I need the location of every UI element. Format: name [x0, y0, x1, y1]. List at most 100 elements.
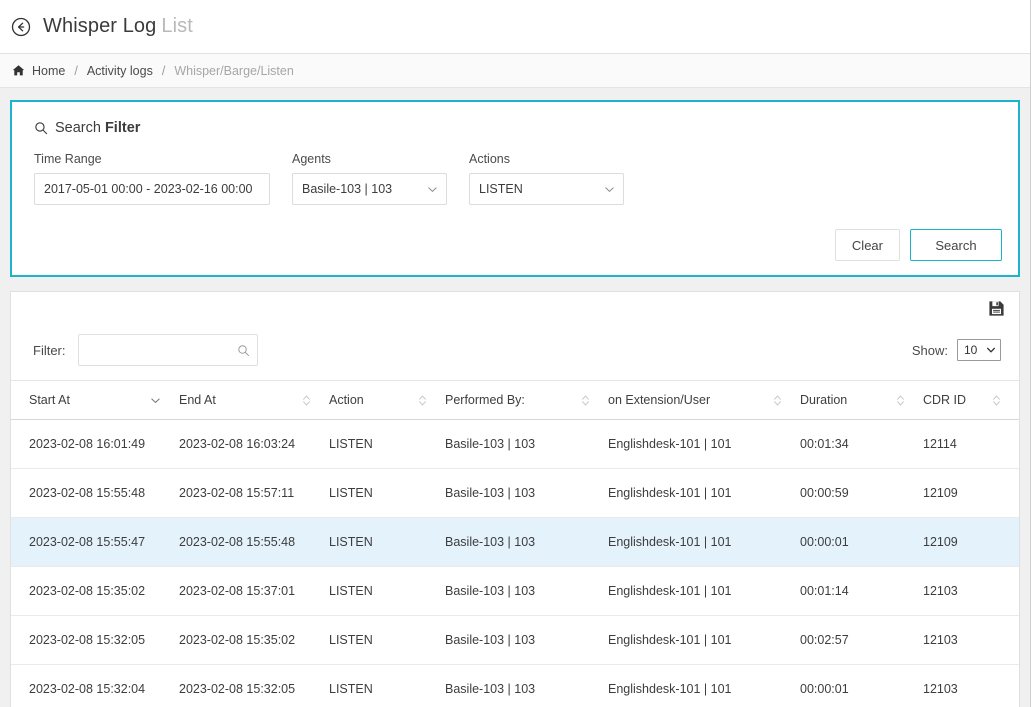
agents-field: Agents Basile-103 | 103 [292, 152, 447, 205]
whisper-log-table: Start At End At Action Performed By: on … [11, 380, 1019, 707]
save-floppy-icon[interactable] [988, 300, 1005, 322]
sort-desc-icon [150, 395, 161, 406]
sort-both-icon [896, 394, 905, 407]
table-body: 2023-02-08 16:01:49 2023-02-08 16:03:24 … [11, 419, 1019, 707]
time-range-input[interactable] [34, 173, 270, 205]
breadcrumb-separator: / [74, 63, 78, 78]
actions-label: Actions [469, 152, 510, 166]
table-controls: Filter: Show: 10 [11, 328, 1019, 380]
breadcrumb-item-activity-logs[interactable]: Activity logs [87, 64, 153, 78]
cell-end-at: 2023-02-08 15:57:11 [179, 468, 329, 518]
column-header-duration[interactable]: Duration [800, 380, 923, 420]
page-title-sub: List [161, 15, 193, 37]
cell-end-at: 2023-02-08 15:32:05 [179, 664, 329, 707]
show-label: Show: [911, 342, 948, 358]
cell-performed-by: Basile-103 | 103 [445, 419, 608, 469]
column-label-start-at: Start At [29, 393, 70, 407]
clear-button[interactable]: Clear [834, 229, 900, 261]
actions-select[interactable]: LISTEN [469, 173, 624, 205]
column-header-end-at[interactable]: End At [179, 380, 329, 420]
circle-arrow-left-icon[interactable] [10, 16, 32, 38]
cell-end-at: 2023-02-08 16:03:24 [179, 419, 329, 469]
cell-action: LISTEN [329, 566, 445, 616]
search-filter-title: Search [55, 120, 101, 136]
cell-cdr-id: 12103 [923, 615, 1019, 665]
column-header-action[interactable]: Action [329, 380, 445, 420]
agents-select-value: Basile-103 | 103 [302, 182, 393, 196]
show-entries-select[interactable]: 10 [957, 339, 1001, 361]
search-button[interactable]: Search [910, 229, 1002, 261]
page-title: Whisper Log List [43, 15, 193, 38]
cell-duration: 00:00:59 [800, 468, 923, 518]
results-card: Filter: Show: 10 Start At End At Action … [10, 291, 1020, 707]
show-entries-group: Show: 10 [912, 339, 1001, 361]
cell-action: LISTEN [329, 468, 445, 518]
actions-field: Actions LISTEN [469, 152, 624, 205]
cell-performed-by: Basile-103 | 103 [445, 615, 608, 665]
actions-select-wrap: LISTEN [469, 173, 624, 205]
actions-select-value: LISTEN [479, 182, 523, 196]
cell-start-at: 2023-02-08 15:35:02 [11, 566, 179, 616]
home-icon [12, 64, 25, 77]
cell-start-at: 2023-02-08 15:55:47 [11, 517, 179, 567]
cell-on-extension: Englishdesk-101 | 101 [608, 664, 800, 707]
agents-select[interactable]: Basile-103 | 103 [292, 173, 447, 205]
filter-group: Filter: [33, 334, 258, 366]
cell-start-at: 2023-02-08 15:55:48 [11, 468, 179, 518]
filter-label: Filter: [33, 342, 66, 358]
page-title-main: Whisper Log [43, 15, 157, 37]
cell-duration: 00:00:01 [800, 517, 923, 567]
table-toolbar [11, 292, 1019, 328]
column-label-performed-by: Performed By: [445, 393, 525, 407]
column-header-cdr-id[interactable]: CDR ID [923, 380, 1019, 420]
table-row[interactable]: 2023-02-08 15:32:05 2023-02-08 15:35:02 … [11, 615, 1019, 665]
table-row[interactable]: 2023-02-08 16:01:49 2023-02-08 16:03:24 … [11, 419, 1019, 469]
cell-action: LISTEN [329, 664, 445, 707]
cell-action: LISTEN [329, 615, 445, 665]
time-range-label: Time Range [34, 152, 102, 166]
column-header-on-extension-user[interactable]: on Extension/User [608, 380, 800, 420]
table-row[interactable]: 2023-02-08 15:55:48 2023-02-08 15:57:11 … [11, 468, 1019, 518]
search-icon [34, 121, 48, 135]
column-label-duration: Duration [800, 393, 848, 407]
column-label-end-at: End At [179, 393, 216, 407]
cell-performed-by: Basile-103 | 103 [445, 517, 608, 567]
chevron-down-icon [987, 347, 995, 353]
time-range-field: Time Range [34, 152, 270, 205]
cell-duration: 00:01:34 [800, 419, 923, 469]
filter-input[interactable] [77, 334, 258, 366]
table-row[interactable]: 2023-02-08 15:35:02 2023-02-08 15:37:01 … [11, 566, 1019, 616]
column-header-start-at[interactable]: Start At [11, 380, 179, 420]
cell-on-extension: Englishdesk-101 | 101 [608, 517, 800, 567]
cell-duration: 00:01:14 [800, 566, 923, 616]
cell-performed-by: Basile-103 | 103 [445, 468, 608, 518]
cell-on-extension: Englishdesk-101 | 101 [608, 419, 800, 469]
agents-label: Agents [292, 152, 331, 166]
cell-on-extension: Englishdesk-101 | 101 [608, 615, 800, 665]
sort-both-icon [418, 394, 427, 407]
cell-action: LISTEN [329, 419, 445, 469]
show-entries-value: 10 [964, 343, 978, 357]
cell-end-at: 2023-02-08 15:35:02 [179, 615, 329, 665]
search-filter-fields: Time Range Agents Basile-103 | 103 [28, 152, 1002, 205]
cell-start-at: 2023-02-08 16:01:49 [11, 419, 179, 469]
cell-cdr-id: 12114 [923, 419, 1019, 469]
page-root: Whisper Log List Home / Activity logs / W… [0, 0, 1031, 707]
breadcrumb-separator: / [161, 63, 166, 78]
sort-both-icon [773, 394, 782, 407]
table-row[interactable]: 2023-02-08 15:55:47 2023-02-08 15:55:48 … [11, 517, 1019, 567]
search-filter-buttons: Clear Search [28, 229, 1002, 261]
cell-start-at: 2023-02-08 15:32:05 [11, 615, 179, 665]
column-header-performed-by[interactable]: Performed By: [445, 380, 608, 420]
table-row[interactable]: 2023-02-08 15:32:04 2023-02-08 15:32:05 … [11, 664, 1019, 707]
breadcrumb-item-home[interactable]: Home [32, 64, 65, 78]
cell-end-at: 2023-02-08 15:37:01 [179, 566, 329, 616]
cell-duration: 00:02:57 [800, 615, 923, 665]
cell-end-at: 2023-02-08 15:55:48 [179, 517, 329, 567]
cell-on-extension: Englishdesk-101 | 101 [608, 468, 800, 518]
table-head: Start At End At Action Performed By: on … [11, 380, 1019, 420]
cell-duration: 00:00:01 [800, 664, 923, 707]
title-bar: Whisper Log List [0, 0, 1030, 54]
sort-both-icon [302, 394, 311, 407]
cell-cdr-id: 12109 [923, 468, 1019, 518]
